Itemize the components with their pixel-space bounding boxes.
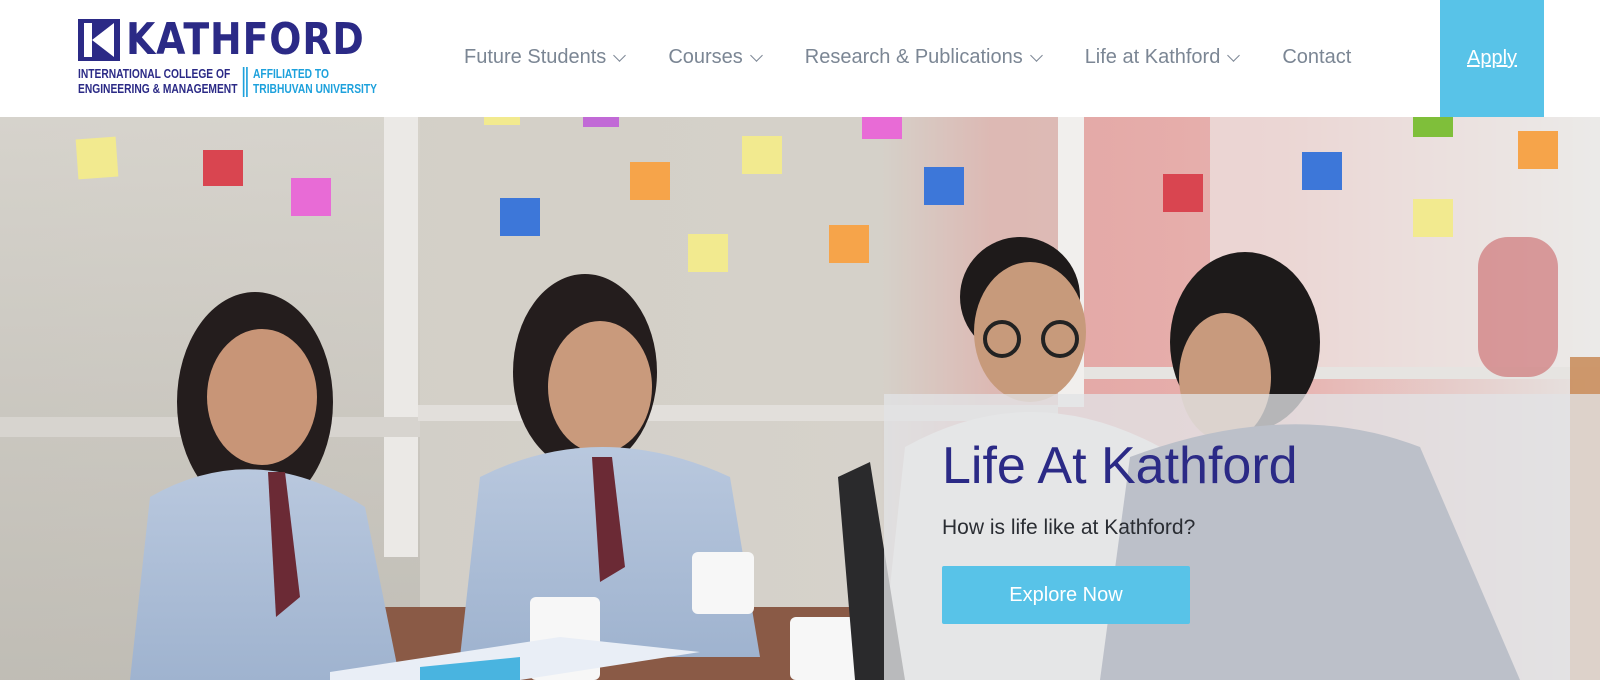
kathford-logo[interactable]: KATHFORD INTERNATIONAL COLLEGE OF ENGINE… bbox=[78, 17, 377, 99]
hero-title: Life At Kathford bbox=[942, 437, 1298, 495]
logo-affiliation-text: AFFILIATED TO TRIBHUVAN UNIVERSITY bbox=[253, 67, 377, 97]
nav-label: Contact bbox=[1282, 46, 1352, 68]
hero-subtitle: How is life like at Kathford? bbox=[942, 516, 1196, 539]
logo-k-mark-icon bbox=[78, 19, 120, 61]
main-nav: Future Students Courses Research & Publi… bbox=[464, 0, 1395, 115]
logo-line2-left: ENGINEERING & MANAGEMENT bbox=[78, 82, 238, 96]
hero-banner: Life At Kathford How is life like at Kat… bbox=[0, 117, 1600, 680]
apply-button[interactable]: Apply bbox=[1440, 0, 1544, 117]
chevron-down-icon bbox=[1227, 48, 1241, 62]
nav-life-at-kathford[interactable]: Life at Kathford bbox=[1084, 46, 1241, 69]
logo-divider bbox=[243, 67, 245, 97]
logo-name: KATHFORD bbox=[126, 14, 365, 65]
chevron-down-icon bbox=[749, 48, 763, 62]
logo-tagline: INTERNATIONAL COLLEGE OF ENGINEERING & M… bbox=[78, 67, 377, 97]
nav-contact[interactable]: Contact bbox=[1282, 46, 1351, 69]
nav-label: Research & Publications bbox=[804, 46, 1023, 68]
chevron-down-icon bbox=[613, 48, 627, 62]
explore-now-button[interactable]: Explore Now bbox=[942, 566, 1190, 624]
logo-line1-left: INTERNATIONAL COLLEGE OF bbox=[78, 67, 231, 81]
logo-college-text: INTERNATIONAL COLLEGE OF ENGINEERING & M… bbox=[78, 67, 237, 97]
nav-label: Life at Kathford bbox=[1084, 46, 1221, 68]
nav-label: Future Students bbox=[464, 46, 607, 68]
site-header: KATHFORD INTERNATIONAL COLLEGE OF ENGINE… bbox=[0, 0, 1600, 117]
hero-caption-panel: Life At Kathford How is life like at Kat… bbox=[884, 394, 1600, 680]
logo-line1-right: AFFILIATED TO bbox=[253, 67, 329, 81]
nav-research-publications[interactable]: Research & Publications bbox=[804, 46, 1043, 69]
chevron-down-icon bbox=[1029, 48, 1043, 62]
nav-courses[interactable]: Courses bbox=[668, 46, 763, 69]
logo-wordmark: KATHFORD bbox=[78, 17, 403, 63]
nav-label: Courses bbox=[668, 46, 743, 68]
logo-line2-right: TRIBHUVAN UNIVERSITY bbox=[253, 82, 377, 96]
nav-future-students[interactable]: Future Students bbox=[464, 46, 627, 69]
